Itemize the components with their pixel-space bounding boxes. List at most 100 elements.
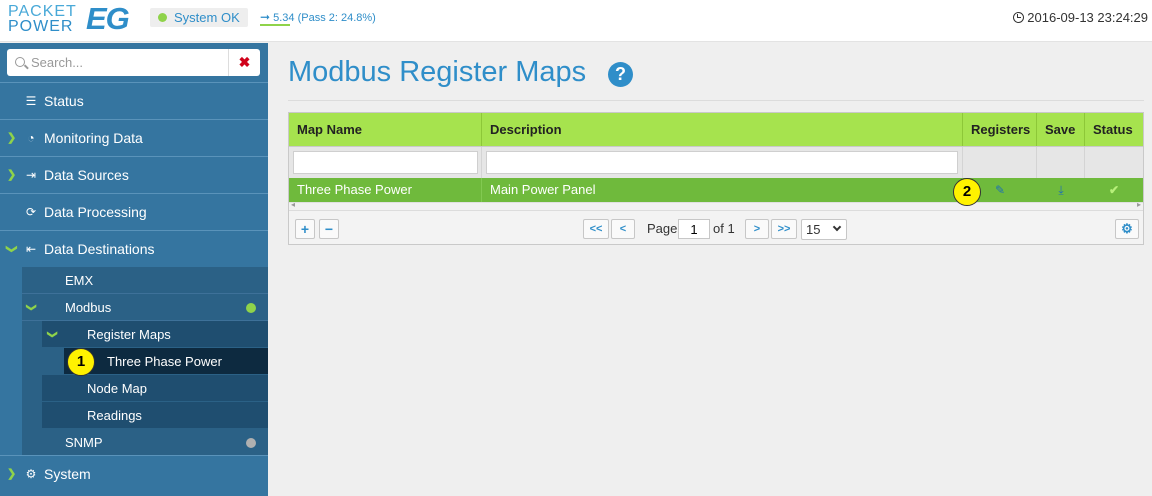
status-dot-icon: [246, 438, 256, 448]
description-filter-input[interactable]: [486, 151, 958, 174]
column-header-description[interactable]: Description: [482, 113, 963, 146]
sidebar-item-readings[interactable]: Readings: [42, 402, 268, 429]
top-bar: PACKET POWER EG System OK ➞ 5.34 (Pass 2…: [0, 0, 1152, 42]
list-icon: ☰: [25, 94, 37, 108]
logo-text-eg: EG: [86, 1, 130, 36]
clock-icon: [1013, 12, 1025, 23]
check-icon: ✔: [1108, 183, 1120, 197]
sidebar-item-label: Data Sources: [44, 167, 129, 183]
table-row[interactable]: Three Phase Power Main Power Panel ✎ ⤓ ✔: [289, 178, 1143, 202]
divider: [288, 100, 1144, 101]
sidebar-item-label: Three Phase Power: [107, 354, 222, 369]
sidebar-item-label: Status: [44, 93, 84, 109]
gear-icon: ⚙: [25, 467, 37, 481]
filter-cell-status: [1085, 147, 1143, 179]
sidebar-item-label: Data Destinations: [44, 241, 155, 257]
grid-header: Map Name Description Registers Save Stat…: [289, 113, 1143, 146]
scroll-right-icon[interactable]: ▸: [1137, 200, 1141, 209]
chevron-down-icon: ❯: [25, 303, 37, 312]
search-input[interactable]: [31, 52, 221, 72]
add-button[interactable]: +: [295, 219, 315, 239]
search-icon: [15, 57, 25, 67]
sidebar-item-data-destinations[interactable]: ❯ ⇤ Data Destinations: [0, 230, 268, 266]
chevron-right-icon: ❯: [7, 132, 17, 144]
sidebar-item-label: System: [44, 466, 91, 482]
logo-text-power: POWER: [8, 18, 74, 35]
sidebar-item-data-sources[interactable]: ❯ ⇥ Data Sources: [0, 156, 268, 192]
gear-icon[interactable]: ⚙: [1115, 219, 1139, 239]
register-maps-grid: Map Name Description Registers Save Stat…: [288, 112, 1144, 245]
sidebar-item-label: Data Processing: [44, 204, 147, 220]
sidebar-item-label: Node Map: [87, 381, 147, 396]
help-icon[interactable]: ?: [608, 62, 633, 87]
first-page-button[interactable]: <<: [583, 219, 609, 239]
sidebar-item-node-map[interactable]: Node Map: [42, 375, 268, 402]
sidebar-item-emx[interactable]: EMX: [22, 267, 268, 294]
status-dot-icon: [246, 303, 256, 313]
sidebar-item-label: Monitoring Data: [44, 130, 143, 146]
description-cell[interactable]: Main Power Panel: [482, 178, 963, 202]
sidebar-item-label: Readings: [87, 408, 142, 423]
prev-page-button[interactable]: <: [611, 219, 635, 239]
dashboard-icon: ◔: [27, 131, 35, 145]
sidebar-item-status[interactable]: ☰ Status: [0, 82, 268, 118]
refresh-icon: ⟳: [25, 205, 37, 219]
sidebar-item-system[interactable]: ❯ ⚙ System: [0, 455, 268, 491]
filter-cell-description: [482, 147, 963, 179]
progress-underline: [260, 24, 290, 26]
column-header-registers[interactable]: Registers: [963, 113, 1037, 146]
chevron-down-icon: ❯: [46, 330, 58, 339]
sidebar-item-monitoring-data[interactable]: ❯ ◔ Monitoring Data: [0, 119, 268, 155]
sidebar-item-register-maps[interactable]: ❯ Register Maps: [42, 321, 268, 348]
close-icon[interactable]: ✖: [228, 49, 260, 76]
datetime-display: 2016-09-13 23:24:29: [1013, 10, 1148, 25]
horizontal-scrollbar[interactable]: ◂ ▸: [289, 200, 1143, 210]
page-count-label: of 1: [713, 221, 735, 236]
sidebar-item-label: Register Maps: [87, 327, 171, 342]
chevron-right-icon: ❯: [7, 468, 17, 480]
status-dot-icon: [158, 13, 167, 22]
sidebar-item-data-processing[interactable]: ⟳ Data Processing: [0, 193, 268, 229]
sidebar-item-snmp[interactable]: SNMP: [22, 429, 268, 456]
remove-button[interactable]: −: [319, 219, 339, 239]
column-header-map-name[interactable]: Map Name: [289, 113, 482, 146]
data-destinations-submenu: EMX ❯ Modbus ❯ Register Maps Three Phase…: [22, 267, 268, 456]
chevron-down-icon: [832, 222, 842, 232]
version-link[interactable]: ➞ 5.34 (Pass 2: 24.8%): [260, 10, 376, 26]
system-status-text: System OK: [174, 10, 240, 25]
map-name-filter-input[interactable]: [293, 151, 478, 174]
download-icon[interactable]: ⤓: [1037, 178, 1085, 202]
scroll-left-icon[interactable]: ◂: [291, 200, 295, 209]
sign-out-icon: ⇤: [25, 242, 37, 256]
arrow-right-icon: ➞: [260, 10, 271, 24]
callout-badge-1: 1: [67, 348, 95, 376]
datetime-text: 2016-09-13 23:24:29: [1027, 10, 1148, 25]
last-page-button[interactable]: >>: [771, 219, 797, 239]
page-size-value: 15: [806, 222, 821, 237]
version-text: 5.34 (Pass 2: 24.8%): [273, 12, 376, 24]
column-header-status[interactable]: Status: [1085, 113, 1143, 146]
next-page-button[interactable]: >: [745, 219, 769, 239]
filter-cell-registers: [963, 147, 1037, 179]
sidebar-item-label: EMX: [65, 273, 94, 288]
page-title: Modbus Register Maps: [288, 56, 587, 88]
callout-badge-2: 2: [953, 178, 981, 206]
column-header-save[interactable]: Save: [1037, 113, 1085, 146]
sidebar-search: ✖: [7, 49, 260, 76]
sidebar-item-modbus[interactable]: ❯ Modbus: [22, 294, 268, 321]
page-label: Page: [647, 221, 678, 236]
sign-in-icon: ⇥: [25, 168, 37, 182]
chevron-right-icon: ❯: [7, 169, 17, 181]
sidebar: ✖ ☰ Status ❯ ◔ Monitoring Data ❯ ⇥ Data …: [0, 43, 268, 496]
system-status-badge[interactable]: System OK: [150, 8, 248, 27]
packet-power-logo[interactable]: PACKET POWER EG: [8, 3, 130, 37]
page-size-select[interactable]: 15: [801, 219, 847, 240]
sidebar-item-label: SNMP: [65, 435, 103, 450]
page-number-input[interactable]: [678, 219, 710, 239]
grid-pager: + − << < Page of 1 > >> 15 ⚙: [289, 210, 1143, 244]
filter-cell-save: [1037, 147, 1085, 179]
filter-cell-map-name: [289, 147, 482, 179]
sidebar-item-label: Modbus: [65, 300, 112, 315]
filter-row: [289, 146, 1143, 179]
map-name-cell[interactable]: Three Phase Power: [289, 178, 482, 202]
